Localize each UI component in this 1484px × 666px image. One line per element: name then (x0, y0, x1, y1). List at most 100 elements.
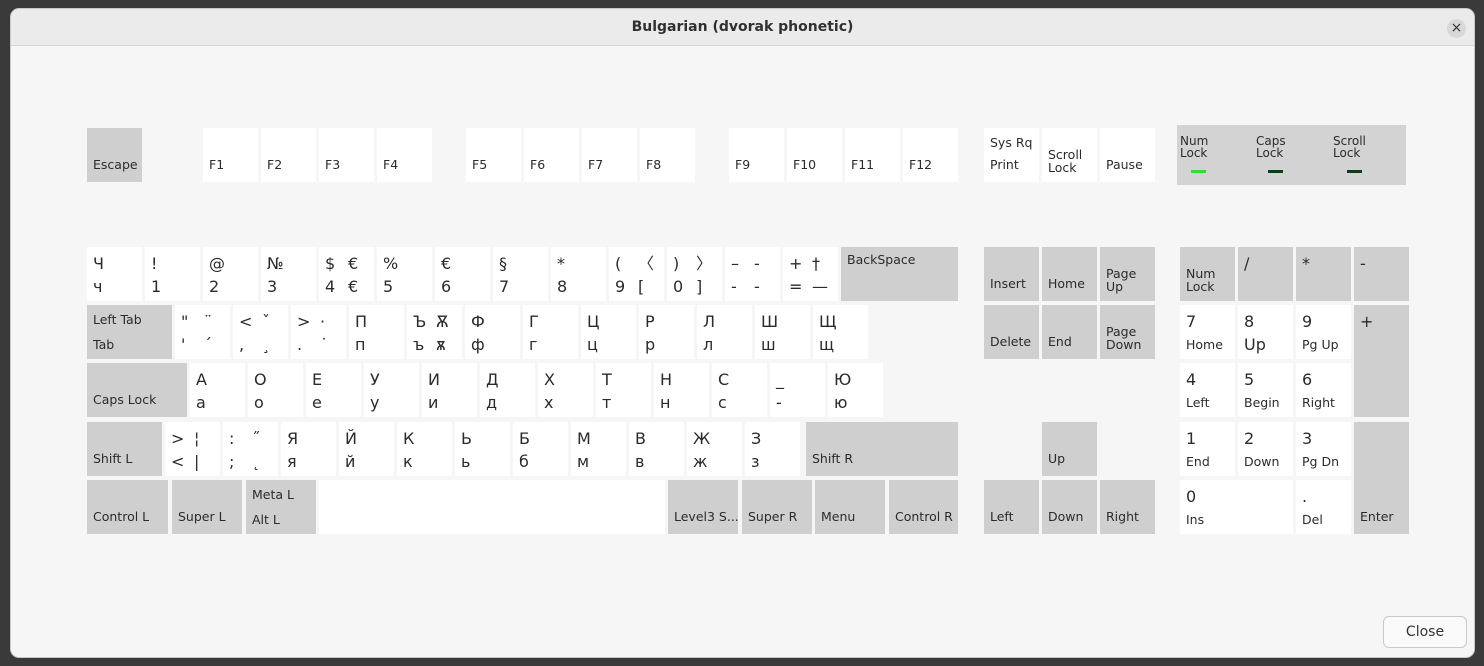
key-kp-7[interactable]: 7 Home (1180, 305, 1235, 359)
key-kp-1[interactable]: 1 End (1180, 422, 1235, 476)
key-key-p[interactable]: Лл (697, 305, 752, 359)
key-slash[interactable]: Зз (745, 422, 800, 476)
key-kp-6[interactable]: 6 Right (1296, 363, 1351, 417)
key-arrow-up[interactable]: Up (1042, 422, 1097, 476)
key-less-greater[interactable]: > < ¦ | (165, 422, 220, 476)
key-key-q[interactable]: " ' ¨ ´ (175, 305, 230, 359)
key-key-v[interactable]: Кк (397, 422, 452, 476)
key-kp-5[interactable]: 5 Begin (1238, 363, 1293, 417)
key-delete[interactable]: Delete (984, 305, 1039, 359)
key-kp-decimal[interactable]: . Del (1296, 480, 1351, 534)
key-kp-3[interactable]: 3 Pg Dn (1296, 422, 1351, 476)
key-control-r[interactable]: Control R (889, 480, 958, 534)
key-kp-4[interactable]: 4 Left (1180, 363, 1235, 417)
key-kp-8[interactable]: 8 Up (1238, 305, 1293, 359)
key-home[interactable]: Home (1042, 247, 1097, 301)
key-key-m[interactable]: Мм (571, 422, 626, 476)
key-control-l[interactable]: Control L (87, 480, 168, 534)
key-digit-9[interactable]: (9 〈 [ (609, 247, 664, 301)
key-key-c[interactable]: Йй (339, 422, 394, 476)
key-grave[interactable]: Чч (87, 247, 142, 301)
key-backslash[interactable]: Юю (828, 363, 883, 417)
key-key-a[interactable]: Аа (190, 363, 245, 417)
key-key-z[interactable]: :; ˝ ˛ (223, 422, 278, 476)
key-shift-r[interactable]: Shift R (806, 422, 958, 476)
key-key-f[interactable]: Уу (364, 363, 419, 417)
key-semicolon[interactable]: Сс (712, 363, 767, 417)
key-f3[interactable]: F3 (319, 128, 374, 182)
key-key-h[interactable]: Дд (480, 363, 535, 417)
key-f9[interactable]: F9 (729, 128, 784, 182)
key-kp-multiply[interactable]: * (1296, 247, 1351, 301)
key-escape[interactable]: Escape (87, 128, 142, 182)
key-key-i[interactable]: Цц (581, 305, 636, 359)
key-digit-0[interactable]: ) 0 〉] (667, 247, 722, 301)
key-pause[interactable]: Pause (1100, 128, 1155, 182)
key-level3-shift[interactable]: Level3 S... (668, 480, 739, 534)
key-kp-divide[interactable]: / (1238, 247, 1293, 301)
key-bracket-right[interactable]: Щщ (813, 305, 868, 359)
key-key-n[interactable]: Бб (513, 422, 568, 476)
key-f7[interactable]: F7 (582, 128, 637, 182)
key-key-s[interactable]: Оо (248, 363, 303, 417)
key-f1[interactable]: F1 (203, 128, 258, 182)
key-key-o[interactable]: Рр (639, 305, 694, 359)
key-comma[interactable]: Вв (629, 422, 684, 476)
key-key-d[interactable]: Ее (306, 363, 361, 417)
key-super-l[interactable]: Super L (172, 480, 242, 534)
key-key-r[interactable]: Пп (349, 305, 404, 359)
key-key-y[interactable]: Фф (465, 305, 520, 359)
key-tab[interactable]: Left Tab Tab (87, 305, 172, 359)
key-insert[interactable]: Insert (984, 247, 1039, 301)
key-f12[interactable]: F12 (903, 128, 958, 182)
key-f6[interactable]: F6 (524, 128, 579, 182)
key-key-l[interactable]: Нн (654, 363, 709, 417)
close-icon[interactable]: × (1447, 19, 1466, 38)
key-page-down[interactable]: Page Down (1100, 305, 1155, 359)
key-key-j[interactable]: Хх (538, 363, 593, 417)
close-button[interactable]: Close (1383, 616, 1467, 648)
key-minus[interactable]: – - - - (725, 247, 780, 301)
key-super-r[interactable]: Super R (742, 480, 812, 534)
key-f10[interactable]: F10 (787, 128, 842, 182)
key-f5[interactable]: F5 (466, 128, 521, 182)
key-key-w[interactable]: <, ˇ ¸ (233, 305, 288, 359)
key-alt-l[interactable]: Meta L Alt L (246, 480, 316, 534)
key-f8[interactable]: F8 (640, 128, 695, 182)
key-f11[interactable]: F11 (845, 128, 900, 182)
key-key-x[interactable]: Яя (281, 422, 336, 476)
key-page-up[interactable]: Page Up (1100, 247, 1155, 301)
key-key-u[interactable]: Гг (523, 305, 578, 359)
key-kp-0[interactable]: 0 Ins (1180, 480, 1293, 534)
key-kp-enter[interactable]: Enter (1354, 422, 1409, 534)
key-digit-6[interactable]: €6 (435, 247, 490, 301)
key-key-b[interactable]: Ьь (455, 422, 510, 476)
key-f2[interactable]: F2 (261, 128, 316, 182)
key-end[interactable]: End (1042, 305, 1097, 359)
key-digit-1[interactable]: ! 1 (145, 247, 200, 301)
key-kp-9[interactable]: 9 Pg Up (1296, 305, 1351, 359)
key-kp-add[interactable]: + (1354, 305, 1409, 417)
key-kp-subtract[interactable]: - (1354, 247, 1409, 301)
key-backspace[interactable]: BackSpace (841, 247, 958, 301)
key-caps-lock[interactable]: Caps Lock (87, 363, 187, 417)
key-apostrophe[interactable]: _ - (770, 363, 825, 417)
key-arrow-down[interactable]: Down (1042, 480, 1097, 534)
key-menu[interactable]: Menu (815, 480, 885, 534)
key-shift-l[interactable]: Shift L (87, 422, 162, 476)
key-scroll-lock[interactable]: Scroll Lock (1042, 128, 1097, 182)
key-kp-2[interactable]: 2 Down (1238, 422, 1293, 476)
key-equal[interactable]: + = † — (783, 247, 838, 301)
key-digit-5[interactable]: % 5 (377, 247, 432, 301)
key-digit-7[interactable]: § 7 (493, 247, 548, 301)
key-period[interactable]: Жж (687, 422, 742, 476)
key-key-e[interactable]: >. · ˙ (291, 305, 346, 359)
key-key-k[interactable]: Тт (596, 363, 651, 417)
key-space[interactable] (319, 480, 665, 534)
key-key-g[interactable]: Ии (422, 363, 477, 417)
key-digit-8[interactable]: * 8 (551, 247, 606, 301)
key-kp-num-lock[interactable]: Num Lock (1180, 247, 1235, 301)
key-digit-3[interactable]: № 3 (261, 247, 316, 301)
key-key-t[interactable]: ЪъѪѫ (407, 305, 462, 359)
key-arrow-left[interactable]: Left (984, 480, 1039, 534)
